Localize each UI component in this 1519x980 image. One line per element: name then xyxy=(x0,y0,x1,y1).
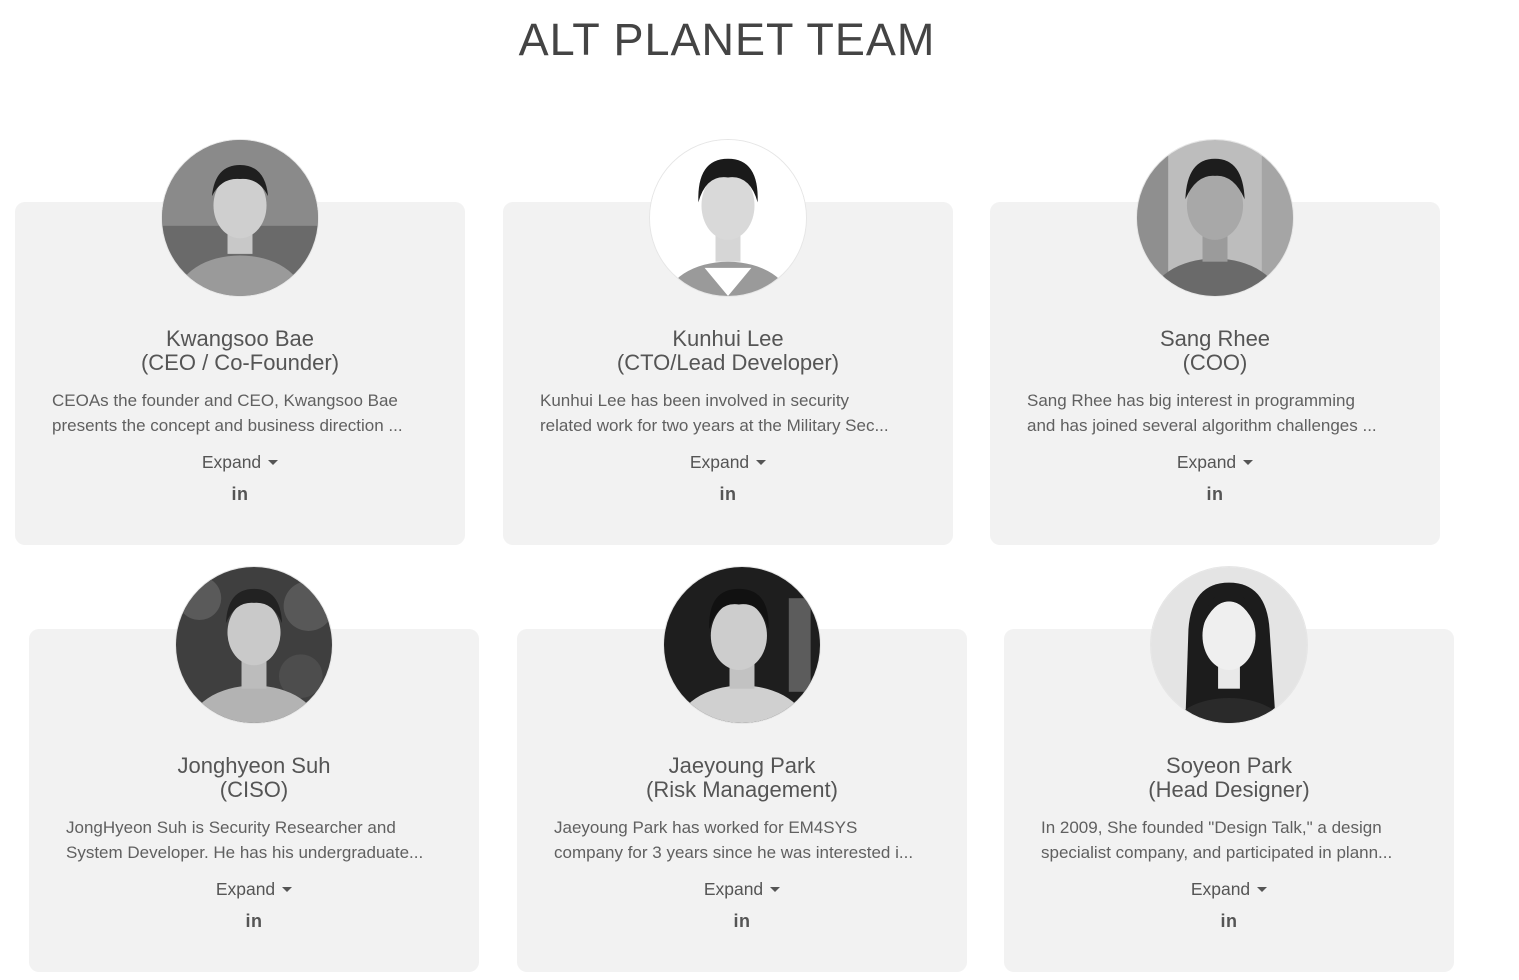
member-name-block: Soyeon Park (Head Designer) xyxy=(1004,754,1454,802)
linkedin-icon[interactable]: in xyxy=(232,484,249,505)
member-name: Soyeon Park xyxy=(1166,753,1292,778)
member-bio: Kunhui Lee has been involved in security… xyxy=(540,388,916,438)
avatar xyxy=(161,139,319,297)
expand-label: Expand xyxy=(1190,879,1251,899)
expand-label: Expand xyxy=(1176,452,1237,472)
expand-button[interactable]: Expand xyxy=(990,452,1440,473)
bio-line: company for 3 years since he was interes… xyxy=(554,843,914,862)
bio-line: specialist company, and participated in … xyxy=(1041,843,1393,862)
member-bio: Sang Rhee has big interest in programmin… xyxy=(1027,388,1403,438)
caret-down-icon xyxy=(268,459,279,465)
linkedin-icon[interactable]: in xyxy=(734,911,751,932)
team-card-kwangsoo-bae: Kwangsoo Bae (CEO / Co-Founder) CEOAs th… xyxy=(15,139,465,545)
bio-line: Sang Rhee has big interest in programmin… xyxy=(1027,391,1355,410)
team-card-kunhui-lee: Kunhui Lee (CTO/Lead Developer) Kunhui L… xyxy=(503,139,953,545)
avatar xyxy=(175,566,333,724)
linkedin-icon[interactable]: in xyxy=(1207,484,1224,505)
member-name-block: Kwangsoo Bae (CEO / Co-Founder) xyxy=(15,327,465,375)
member-name: Kwangsoo Bae xyxy=(166,326,314,351)
member-bio: In 2009, She founded "Design Talk," a de… xyxy=(1041,815,1417,865)
caret-down-icon xyxy=(756,459,767,465)
bio-line: Kunhui Lee has been involved in security xyxy=(540,391,850,410)
bio-line: System Developer. He has his undergradua… xyxy=(66,843,424,862)
bio-line: JongHyeon Suh is Security Researcher and xyxy=(66,818,396,837)
expand-label: Expand xyxy=(689,452,750,472)
avatar xyxy=(649,139,807,297)
member-name-block: Jonghyeon Suh (CISO) xyxy=(29,754,479,802)
member-name-block: Kunhui Lee (CTO/Lead Developer) xyxy=(503,327,953,375)
page-title: ALT PLANET TEAM xyxy=(518,14,936,65)
bio-line: In 2009, She founded "Design Talk," a de… xyxy=(1041,818,1382,837)
expand-label: Expand xyxy=(201,452,262,472)
expand-label: Expand xyxy=(215,879,276,899)
team-card-jonghyeon-suh: Jonghyeon Suh (CISO) JongHyeon Suh is Se… xyxy=(29,566,479,972)
member-role: (CEO / Co-Founder) xyxy=(140,350,340,375)
member-bio: JongHyeon Suh is Security Researcher and… xyxy=(66,815,442,865)
caret-down-icon xyxy=(282,886,293,892)
member-role: (COO) xyxy=(1182,350,1248,375)
caret-down-icon xyxy=(1243,459,1254,465)
bio-line: presents the concept and business direct… xyxy=(52,416,403,435)
bio-line: CEOAs the founder and CEO, Kwangsoo Bae xyxy=(52,391,398,410)
bio-line: related work for two years at the Milita… xyxy=(540,416,889,435)
bio-line: and has joined several algorithm challen… xyxy=(1027,416,1377,435)
expand-button[interactable]: Expand xyxy=(503,452,953,473)
member-name: Jaeyoung Park xyxy=(668,753,816,778)
team-card-sang-rhee: Sang Rhee (COO) Sang Rhee has big intere… xyxy=(990,139,1440,545)
team-card-jaeyoung-park: Jaeyoung Park (Risk Management) Jaeyoung… xyxy=(517,566,967,972)
member-role: (Risk Management) xyxy=(646,777,838,802)
avatar xyxy=(1150,566,1308,724)
expand-button[interactable]: Expand xyxy=(15,452,465,473)
caret-down-icon xyxy=(1257,886,1268,892)
member-bio: CEOAs the founder and CEO, Kwangsoo Bae … xyxy=(52,388,428,438)
expand-label: Expand xyxy=(703,879,764,899)
expand-button[interactable]: Expand xyxy=(29,879,479,900)
member-role: (CTO/Lead Developer) xyxy=(616,350,840,375)
linkedin-icon[interactable]: in xyxy=(1221,911,1238,932)
expand-button[interactable]: Expand xyxy=(1004,879,1454,900)
linkedin-icon[interactable]: in xyxy=(246,911,263,932)
avatar xyxy=(1136,139,1294,297)
linkedin-icon[interactable]: in xyxy=(720,484,737,505)
member-bio: Jaeyoung Park has worked for EM4SYS comp… xyxy=(554,815,930,865)
member-role: (Head Designer) xyxy=(1148,777,1310,802)
member-name: Kunhui Lee xyxy=(672,326,784,351)
member-name-block: Jaeyoung Park (Risk Management) xyxy=(517,754,967,802)
member-name-block: Sang Rhee (COO) xyxy=(990,327,1440,375)
caret-down-icon xyxy=(770,886,781,892)
expand-button[interactable]: Expand xyxy=(517,879,967,900)
member-name: Sang Rhee xyxy=(1159,326,1271,351)
bio-line: Jaeyoung Park has worked for EM4SYS xyxy=(554,818,858,837)
team-page: ALT PLANET TEAM Kwangsoo Bae (CEO / Co-F… xyxy=(0,0,1519,980)
member-role: (CISO) xyxy=(219,777,289,802)
avatar xyxy=(663,566,821,724)
team-card-soyeon-park: Soyeon Park (Head Designer) In 2009, She… xyxy=(1004,566,1454,972)
member-name: Jonghyeon Suh xyxy=(177,753,331,778)
